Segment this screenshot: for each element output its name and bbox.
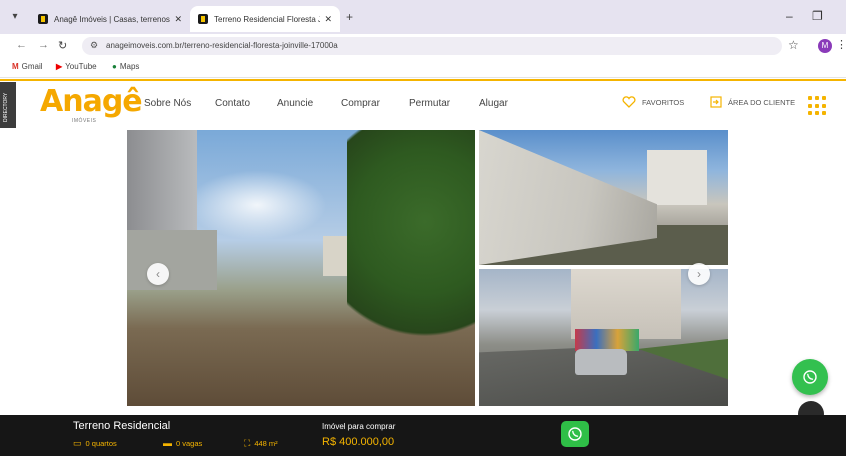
menu-permutar[interactable]: Permutar [409,98,450,109]
tab-title: Terreno Residencial Floresta Jo... [214,14,321,24]
gallery-photo-3[interactable] [479,269,728,406]
menu-comprar[interactable]: Comprar [341,98,380,109]
client-area-link[interactable]: ÁREA DO CLIENTE [710,96,795,108]
gallery-photo-2[interactable] [479,130,728,265]
listing-title: Terreno Residencial [73,420,171,432]
heart-icon [622,96,636,108]
gallery-prev-button[interactable]: ‹ [147,263,169,285]
tab-title: Anagê Imóveis | Casas, terrenos [54,14,170,24]
anage-logo[interactable]: Anagê IMÓVEIS [40,84,143,126]
url-input[interactable]: ⚙ anageimoveis.com.br/terreno-residencia… [82,37,782,55]
menu-sobre-nos[interactable]: Sobre Nós [144,98,191,109]
close-tab-icon[interactable]: ✕ [324,14,332,25]
gallery-photo-main[interactable] [127,130,475,406]
bookmark-star-icon[interactable]: ☆ [788,38,799,52]
tab-search-icon[interactable]: ▾ [8,10,22,24]
bookmark-maps[interactable]: ● Maps [112,62,139,71]
menu-anuncie[interactable]: Anuncie [277,98,313,109]
back-icon[interactable]: ← [16,39,27,51]
close-tab-icon[interactable]: ✕ [174,14,182,25]
url-text: anageimoveis.com.br/terreno-residencial-… [106,41,338,50]
anage-favicon-icon [198,14,208,24]
side-tab[interactable]: DIRECTORY [0,82,16,128]
listing-price: R$ 400.000,00 [322,436,395,448]
whatsapp-float-button[interactable] [792,359,828,395]
bookmarks-bar: M Gmail ▶ YouTube ● Maps [0,58,846,78]
login-icon [710,96,722,108]
reload-icon[interactable]: ↻ [58,39,67,52]
chevron-left-icon: ‹ [156,267,160,281]
favorites-link[interactable]: FAVORITOS [622,96,684,108]
bookmark-youtube[interactable]: ▶ YouTube [56,62,97,71]
browser-tab-2[interactable]: Terreno Residencial Floresta Jo... ✕ [190,6,340,32]
bed-icon: ▭ [73,438,82,448]
site-info-icon[interactable]: ⚙ [90,40,98,51]
profile-avatar[interactable]: M [818,39,832,53]
whatsapp-icon [568,427,582,441]
whatsapp-icon [803,370,817,384]
minimize-icon[interactable]: – [786,9,793,23]
menu-contato[interactable]: Contato [215,98,250,109]
browser-tab-1[interactable]: Anagê Imóveis | Casas, terrenos ✕ [30,6,190,32]
new-tab-icon[interactable]: + [346,10,353,24]
maps-icon: ● [112,62,117,71]
parking-feature: ▬ 0 vagas [163,438,203,448]
area-icon: ⛶ [244,438,251,448]
price-label: Imóvel para comprar [322,422,396,431]
apps-grid-icon[interactable] [808,96,828,116]
maximize-icon[interactable]: ❐ [812,9,823,23]
browser-menu-icon[interactable]: ⋮ [836,38,846,51]
forward-icon[interactable]: → [38,39,49,51]
address-bar-row: ← → ↻ ⚙ anageimoveis.com.br/terreno-resi… [0,34,846,58]
youtube-icon: ▶ [56,62,63,71]
gallery-next-button[interactable]: › [688,263,710,285]
whatsapp-contact-button[interactable] [561,421,589,447]
area-feature: ⛶ 448 m² [244,438,278,448]
anage-favicon-icon [38,14,48,24]
gmail-icon: M [12,62,19,71]
bedrooms-feature: ▭ 0 quartos [73,438,117,448]
chevron-right-icon: › [697,267,701,281]
menu-alugar[interactable]: Alugar [479,98,508,109]
car-icon: ▬ [163,438,172,448]
bookmark-gmail[interactable]: M Gmail [12,62,43,71]
